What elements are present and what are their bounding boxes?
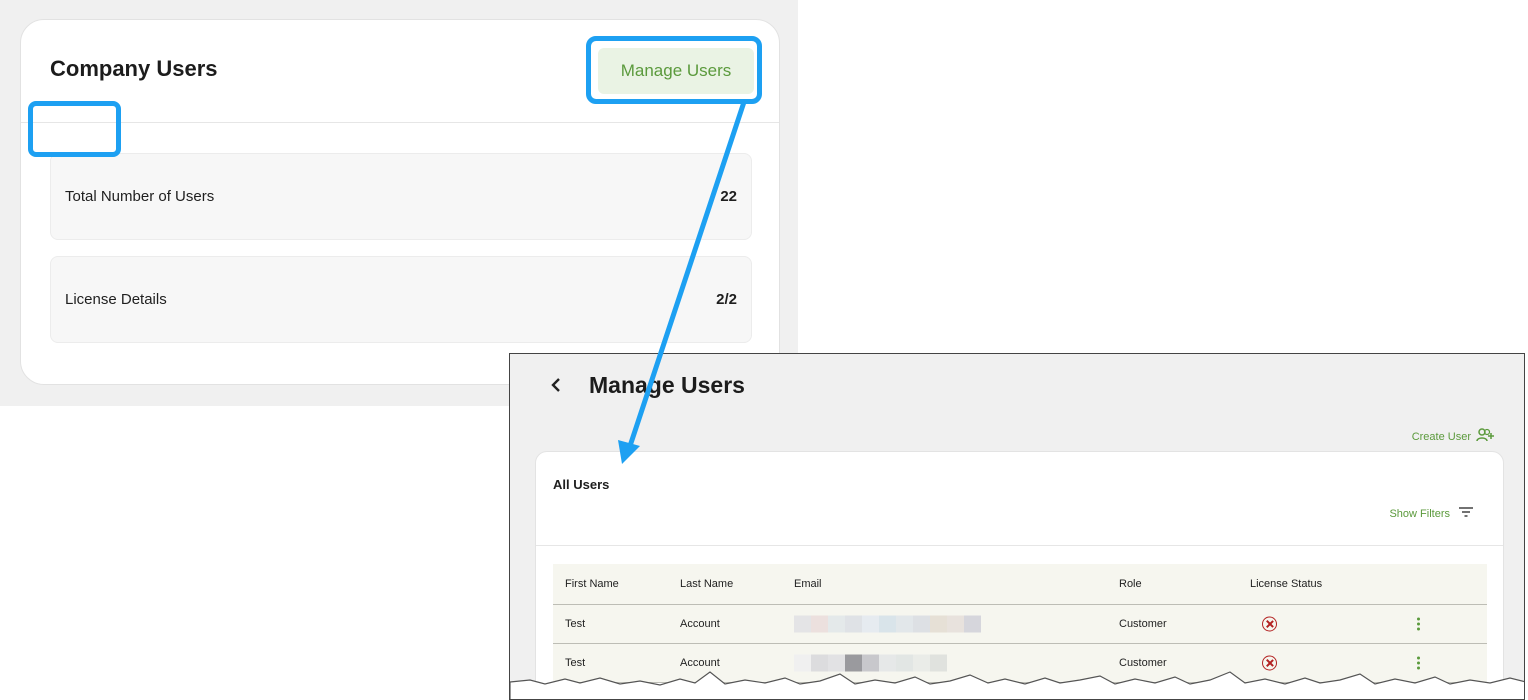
table-header: First Name Last Name Email Role License …	[553, 564, 1487, 605]
stat-license-details: License Details 2/2	[50, 256, 752, 343]
show-filters-label: Show Filters	[1389, 507, 1450, 520]
column-header[interactable]: Email	[794, 578, 822, 590]
last-name-cell: Account	[680, 618, 720, 630]
show-filters-button[interactable]: Show Filters	[1389, 506, 1474, 521]
chevron-left-icon[interactable]	[550, 376, 568, 398]
table-row[interactable]: Test Account Customer	[553, 605, 1487, 644]
section-title: All Users	[553, 477, 610, 492]
cancel-circle-icon	[1262, 616, 1277, 632]
filter-lines-icon	[1458, 506, 1474, 521]
stat-label: License Details	[65, 291, 167, 308]
column-header[interactable]: First Name	[565, 578, 619, 590]
page-title: Manage Users	[589, 372, 745, 398]
column-header[interactable]: Last Name	[680, 578, 733, 590]
stat-value: 2/2	[716, 291, 737, 308]
column-header[interactable]: License Status	[1250, 578, 1322, 590]
create-user-label: Create User	[1411, 430, 1471, 443]
email-cell-redacted	[794, 615, 981, 633]
kebab-menu-icon[interactable]	[1417, 617, 1420, 631]
role-cell: Customer	[1119, 618, 1167, 630]
highlight-box-all-users	[28, 101, 121, 157]
first-name-cell: Test	[565, 618, 586, 630]
stat-label: Total Number of Users	[65, 188, 215, 205]
stat-value: 22	[720, 188, 737, 205]
create-user-button[interactable]: Create User	[1412, 428, 1494, 445]
add-user-icon	[1476, 428, 1494, 445]
card-divider	[536, 545, 1503, 546]
torn-edge	[510, 671, 1524, 699]
card-title: Company Users	[50, 56, 218, 81]
column-header[interactable]: Role	[1119, 578, 1142, 590]
manage-users-screen: Manage Users Create User All Users Show …	[509, 353, 1525, 700]
card-divider	[21, 122, 779, 123]
stat-total-users: Total Number of Users 22	[50, 153, 752, 240]
highlight-box-manage-users	[586, 36, 762, 104]
license-status-cell	[1250, 616, 1277, 632]
